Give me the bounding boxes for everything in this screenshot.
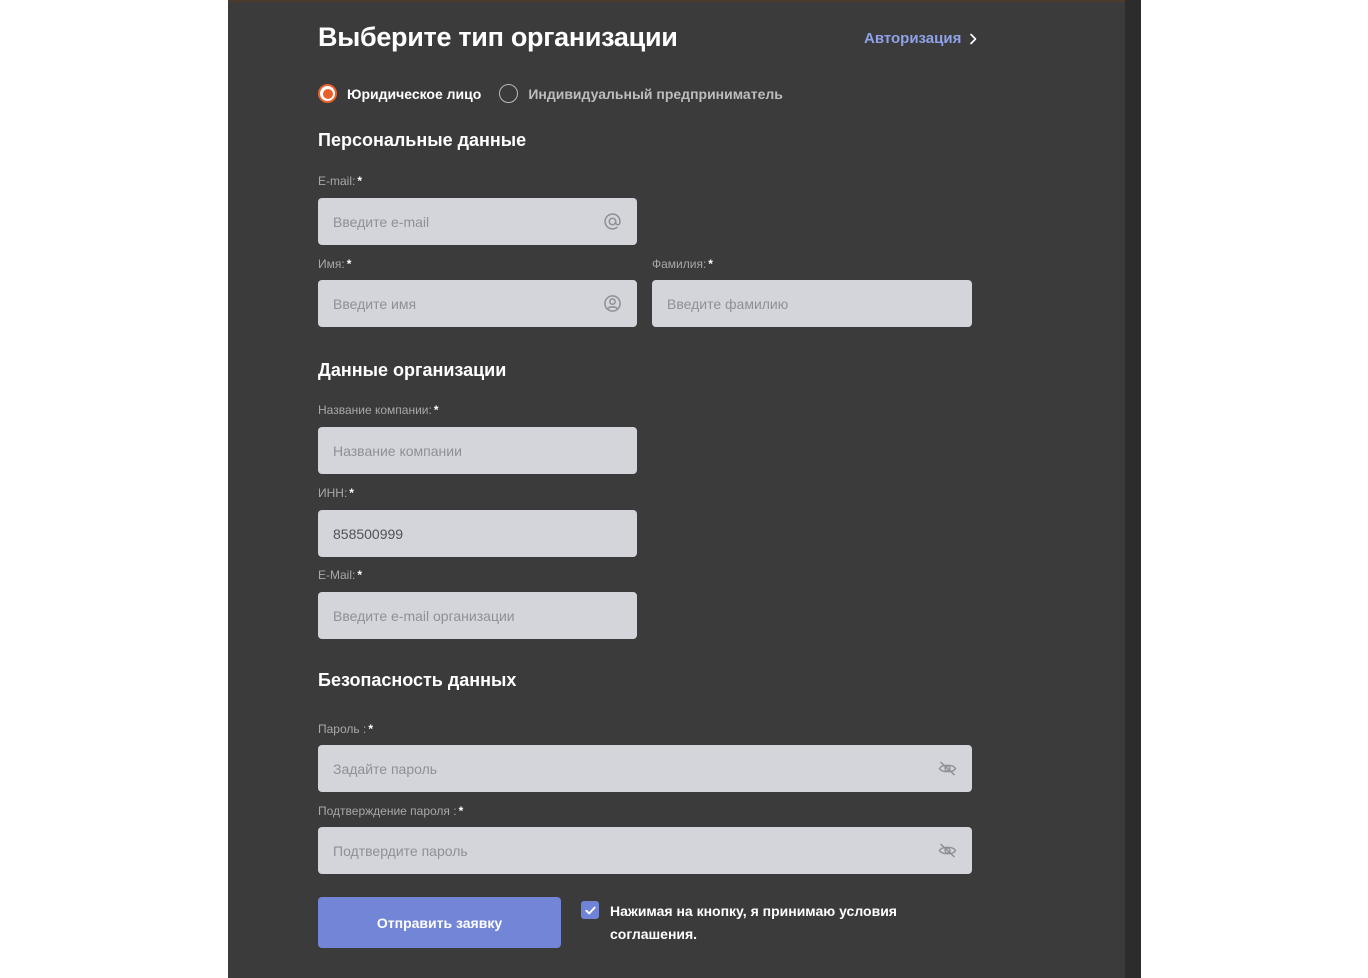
password-placeholder: Задайте пароль	[333, 760, 438, 777]
email-label: E-mail: *	[318, 174, 363, 188]
radio-legal-entity[interactable]: Юридическое лицо	[318, 84, 481, 103]
first-name-placeholder: Введите имя	[333, 295, 417, 312]
agree-checkbox[interactable]	[581, 901, 599, 919]
at-icon	[602, 212, 622, 232]
org-email-placeholder: Введите e-mail организации	[333, 607, 515, 624]
radio-label: Индивидуальный предприниматель	[528, 85, 783, 102]
inn-label: ИНН: *	[318, 486, 354, 500]
radio-individual-entrepreneur[interactable]: Индивидуальный предприниматель	[499, 84, 783, 103]
scrollbar-track[interactable]	[1125, 0, 1141, 978]
agree-text: Нажимая на кнопку, я принимаю условия со…	[610, 903, 897, 942]
user-icon	[602, 294, 622, 314]
radio-unchecked-icon	[499, 84, 519, 103]
company-field[interactable]: Название компании	[318, 427, 637, 474]
last-name-label: Фамилия: *	[652, 257, 713, 271]
section-heading-personal: Персональные данные	[318, 130, 527, 150]
auth-link[interactable]: Авторизация	[864, 30, 979, 47]
submit-button[interactable]: Отправить заявку	[318, 897, 561, 948]
eye-off-icon[interactable]	[937, 841, 957, 861]
section-heading-organization: Данные организации	[318, 360, 507, 380]
radio-label: Юридическое лицо	[347, 85, 482, 102]
org-type-group: Юридическое лицо Индивидуальный предприн…	[318, 84, 783, 103]
confirm-password-field[interactable]: Подтвердите пароль	[318, 827, 972, 874]
first-name-label: Имя: *	[318, 257, 352, 271]
radio-checked-icon	[318, 84, 337, 103]
section-heading-security: Безопасность данных	[318, 670, 517, 690]
confirm-password-placeholder: Подтвердите пароль	[333, 842, 468, 859]
org-email-label: E-Mail: *	[318, 568, 363, 582]
eye-off-icon[interactable]	[937, 759, 957, 779]
auth-link-label: Авторизация	[864, 30, 962, 47]
company-label: Название компании: *	[318, 403, 439, 417]
chevron-right-icon	[970, 33, 977, 44]
password-label: Пароль : *	[318, 722, 373, 736]
password-field[interactable]: Задайте пароль	[318, 745, 972, 792]
last-name-field[interactable]: Введите фамилию	[652, 280, 972, 327]
company-placeholder: Название компании	[333, 442, 462, 459]
last-name-placeholder: Введите фамилию	[667, 295, 789, 312]
email-placeholder: Введите e-mail	[333, 213, 430, 230]
first-name-field[interactable]: Введите имя	[318, 280, 637, 327]
page-title: Выберите тип организации	[318, 22, 678, 52]
inn-field[interactable]: 858500999	[318, 510, 637, 557]
inn-value: 858500999	[333, 525, 404, 542]
checkmark-icon	[584, 906, 596, 914]
email-field[interactable]: Введите e-mail	[318, 198, 637, 245]
org-email-field[interactable]: Введите e-mail организации	[318, 592, 637, 639]
confirm-password-label: Подтверждение пароля : *	[318, 804, 464, 818]
